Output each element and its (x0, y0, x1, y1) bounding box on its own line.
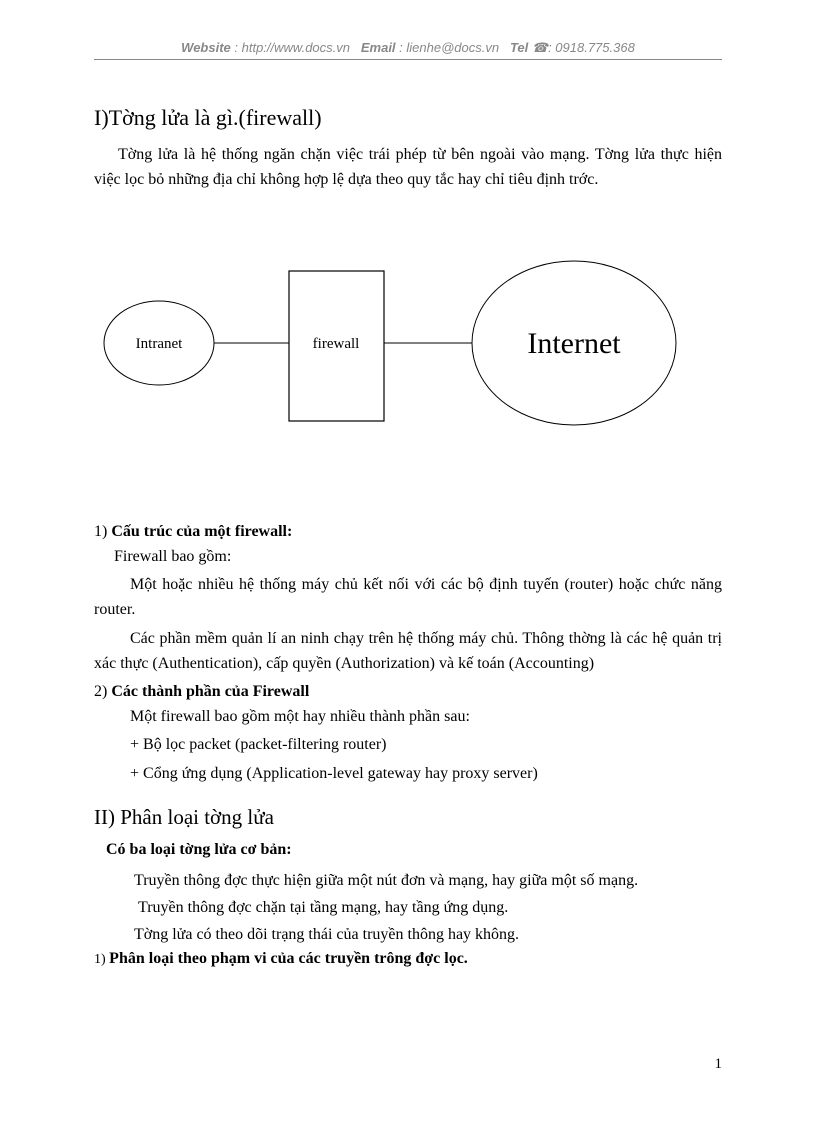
s2-sub1-heading: 1) Phân loại theo phạm vi của các truyền… (94, 950, 722, 968)
diagram-internet-label: Internet (527, 327, 621, 360)
firewall-diagram: Intranet firewall Internet (94, 253, 722, 453)
sub2-item-1: + Bộ lọc packet (packet-filtering router… (94, 733, 722, 758)
email-sep: : (396, 40, 407, 55)
email-label: Email (361, 40, 396, 55)
sub1-line-2: Một hoặc nhiều hệ thống máy chủ kết nối … (94, 573, 722, 623)
s2-sub1-title: Phân loại theo phạm vi của các truyền tr… (109, 950, 468, 967)
website-sep: : (231, 40, 242, 55)
website-label: Website (181, 40, 231, 55)
page-header: Website : http://www.docs.vn Email : lie… (94, 40, 722, 60)
subsection-1-heading: 1) Cấu trúc của một firewall: (94, 523, 722, 541)
s2-item-1: Truyền thông đợc thực hiện giữa một nút … (94, 867, 722, 894)
sub1-line-1: Firewall bao gồm: (94, 545, 722, 570)
subsection-2-num: 2) (94, 683, 111, 700)
sub1-line-3: Các phần mềm quản lí an ninh chạy trên h… (94, 627, 722, 677)
section-1-paragraph: Tờng lửa là hệ thống ngăn chặn việc trái… (94, 143, 722, 193)
section-2-heading: II) Phân loại tờng lửa (94, 805, 722, 830)
section-1-heading: I)Tờng lửa là gì.(firewall) (94, 105, 722, 131)
diagram-firewall-label: firewall (313, 336, 360, 352)
page-content: I)Tờng lửa là gì.(firewall) Tờng lửa là … (94, 105, 722, 972)
sub2-line-1: Một firewall bao gồm một hay nhiều thành… (94, 705, 722, 730)
subsection-2-title: Các thành phần của Firewall (111, 683, 309, 700)
website-url: http://www.docs.vn (242, 40, 350, 55)
s2-sub1-num: 1) (94, 952, 109, 967)
email-value: lienhe@docs.vn (406, 40, 499, 55)
tel-label: Tel (510, 40, 528, 55)
sub2-item-2: + Cổng ứng dụng (Application-level gatew… (94, 762, 722, 787)
s2-item-2: Truyền thông đợc chặn tại tầng mạng, hay… (94, 894, 722, 921)
tel-value: 0918.775.368 (555, 40, 635, 55)
s2-item-3: Tờng lửa có theo dõi trạng thái của truy… (94, 921, 722, 948)
subsection-2-heading: 2) Các thành phần của Firewall (94, 683, 722, 701)
subsection-1-title: Cấu trúc của một firewall: (111, 523, 292, 540)
diagram-intranet-label: Intranet (136, 336, 183, 352)
page-number: 1 (715, 1056, 723, 1073)
section-2-lead: Có ba loại tờng lửa cơ bản: (94, 838, 722, 863)
phone-icon: ☎ (528, 40, 548, 55)
subsection-1-num: 1) (94, 523, 111, 540)
